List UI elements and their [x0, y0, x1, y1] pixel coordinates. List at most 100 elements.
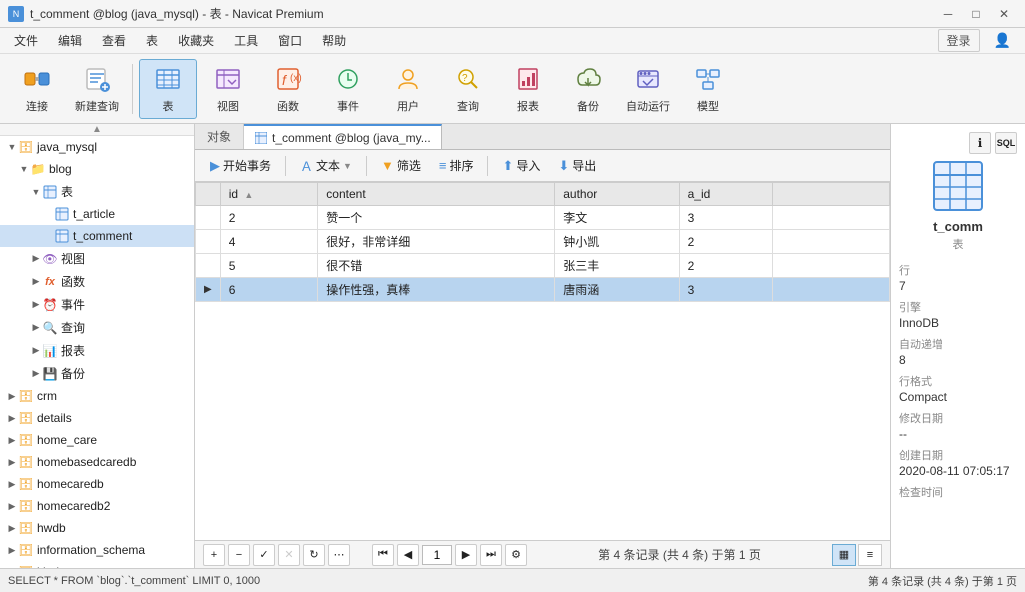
col-a-id[interactable]: a_id	[679, 183, 772, 206]
sidebar-item-homecaredb2[interactable]: ▶ 🗄 homecaredb2	[0, 495, 194, 517]
view-grid-btn[interactable]: ▦	[832, 544, 856, 566]
toolbar-user[interactable]: 用户	[379, 59, 437, 119]
sidebar-item-reports[interactable]: ▶ 📊 报表	[0, 339, 194, 362]
maximize-button[interactable]: □	[963, 3, 989, 25]
toolbar-query[interactable]: ? 查询	[439, 59, 497, 119]
sidebar-item-khgl[interactable]: ▶ 🗄 khgl	[0, 561, 194, 568]
page-check-btn[interactable]: ✓	[253, 544, 275, 566]
page-next-btn[interactable]: ▶	[455, 544, 477, 566]
sidebar-item-homecaredb[interactable]: ▶ 🗄 homecaredb	[0, 473, 194, 495]
filter-label: 筛选	[397, 157, 421, 174]
sidebar-item-information-schema[interactable]: ▶ 🗄 information_schema	[0, 539, 194, 561]
sidebar-item-crm[interactable]: ▶ 🗄 crm	[0, 385, 194, 407]
table-icon	[54, 206, 70, 222]
toolbar-backup[interactable]: 备份	[559, 59, 617, 119]
tab-object[interactable]: 对象	[195, 124, 244, 149]
menu-tools[interactable]: 工具	[224, 29, 268, 52]
sidebar-item-functions[interactable]: ▶ fx 函数	[0, 270, 194, 293]
page-remove-btn[interactable]: −	[228, 544, 250, 566]
sidebar-item-tables[interactable]: ▼ 表	[0, 180, 194, 203]
view-list-btn[interactable]: ≡	[858, 544, 882, 566]
menu-view[interactable]: 查看	[92, 29, 136, 52]
menu-favorites[interactable]: 收藏夹	[168, 29, 224, 52]
sidebar-item-details[interactable]: ▶ 🗄 details	[0, 407, 194, 429]
toolbar-connect[interactable]: 连接	[8, 59, 66, 119]
page-add-btn[interactable]: +	[203, 544, 225, 566]
close-button[interactable]: ✕	[991, 3, 1017, 25]
page-prev-btn[interactable]: ◀	[397, 544, 419, 566]
page-x-btn[interactable]: ✕	[278, 544, 300, 566]
page-refresh-btn[interactable]: ↻	[303, 544, 325, 566]
transaction-icon: ▶	[210, 158, 220, 174]
expand-arrow: ▶	[6, 390, 18, 402]
toolbar-event[interactable]: 事件	[319, 59, 377, 119]
menu-edit[interactable]: 编辑	[48, 29, 92, 52]
sidebar-scroll-up[interactable]: ▲	[0, 124, 194, 136]
db-icon: 🗄	[18, 498, 34, 514]
table-row[interactable]: 5很不错张三丰2	[196, 254, 890, 278]
rp-info-btn[interactable]: ℹ	[969, 132, 991, 154]
sidebar-item-java-mysql[interactable]: ▼ 🗄 java_mysql	[0, 136, 194, 158]
toolbar-new-query[interactable]: 新建查询	[68, 59, 126, 119]
col-author[interactable]: author	[555, 183, 679, 206]
page-last-btn[interactable]: ⏭	[480, 544, 502, 566]
rp-sql-btn[interactable]: SQL	[995, 132, 1017, 154]
sort-btn[interactable]: ≡ 排序	[432, 154, 481, 177]
folder-icon: 📁	[30, 161, 46, 177]
toolbar-table[interactable]: 表	[139, 59, 197, 119]
menu-window[interactable]: 窗口	[268, 29, 312, 52]
sidebar-item-hwdb[interactable]: ▶ 🗄 hwdb	[0, 517, 194, 539]
start-transaction-btn[interactable]: ▶ 开始事务	[203, 154, 278, 177]
autorun-icon	[632, 63, 664, 95]
table-row[interactable]: ▶6操作性强，真棒唐雨涵3	[196, 278, 890, 302]
toolbar-report[interactable]: 报表	[499, 59, 557, 119]
sidebar-item-t-article[interactable]: t_article	[0, 203, 194, 225]
text-btn[interactable]: Ａ 文本 ▼	[293, 153, 359, 178]
tab-table-icon	[254, 131, 268, 145]
rp-rows-value: 7	[899, 279, 1017, 293]
user-icon[interactable]: 👤	[984, 29, 1021, 52]
sidebar-item-events[interactable]: ▶ ⏰ 事件	[0, 293, 194, 316]
export-btn[interactable]: ⬇ 导出	[551, 154, 603, 177]
tab-table[interactable]: t_comment @blog (java_my...	[244, 124, 442, 149]
page-first-btn[interactable]: ⏮	[372, 544, 394, 566]
titlebar-controls[interactable]: ─ □ ✕	[935, 3, 1017, 25]
import-btn[interactable]: ⬆ 导入	[495, 154, 547, 177]
login-button[interactable]: 登录	[938, 29, 980, 52]
page-input[interactable]	[422, 545, 452, 565]
col-content[interactable]: content	[318, 183, 555, 206]
page-config-btn[interactable]: ⚙	[505, 544, 527, 566]
minimize-button[interactable]: ─	[935, 3, 961, 25]
sidebar-item-backups[interactable]: ▶ 💾 备份	[0, 362, 194, 385]
sidebar-item-queries[interactable]: ▶ 🔍 查询	[0, 316, 194, 339]
cell-author: 唐雨涵	[555, 278, 679, 302]
sort-icon: ▲	[244, 190, 253, 200]
table-row[interactable]: 2赞一个李文3	[196, 206, 890, 230]
page-settings-btn[interactable]: ⋯	[328, 544, 350, 566]
toolbar-view[interactable]: 视图	[199, 59, 257, 119]
toolbar-autorun[interactable]: 自动运行	[619, 59, 677, 119]
tab-table-label: t_comment @blog (java_my...	[272, 131, 431, 145]
cell-id: 2	[220, 206, 318, 230]
user-icon	[392, 63, 424, 95]
svg-text:(x): (x)	[290, 73, 302, 84]
pagination-controls: + − ✓ ✕ ↻ ⋯ ⏮ ◀ ▶ ⏭ ⚙	[203, 544, 527, 566]
sidebar-item-homebasedcaredb[interactable]: ▶ 🗄 homebasedcaredb	[0, 451, 194, 473]
menu-table[interactable]: 表	[136, 29, 168, 52]
toolbar-sep-1	[132, 64, 133, 114]
table-icon	[54, 228, 70, 244]
sidebar-item-home-care[interactable]: ▶ 🗄 home_care	[0, 429, 194, 451]
sidebar-item-views[interactable]: ▶ 👁 视图	[0, 247, 194, 270]
col-id[interactable]: id ▲	[220, 183, 318, 206]
toolbar-function[interactable]: f (x) 函数	[259, 59, 317, 119]
filter-btn[interactable]: ▼ 筛选	[374, 154, 428, 177]
table-row[interactable]: 4很好，非常详细钟小凯2	[196, 230, 890, 254]
toolbar-model[interactable]: 模型	[679, 59, 737, 119]
menu-file[interactable]: 文件	[4, 29, 48, 52]
sort-label: 排序	[449, 157, 473, 174]
sidebar-item-t-comment[interactable]: t_comment	[0, 225, 194, 247]
tab-object-label: 对象	[207, 128, 231, 145]
menu-help[interactable]: 帮助	[312, 29, 356, 52]
sidebar-item-blog[interactable]: ▼ 📁 blog	[0, 158, 194, 180]
cell-id: 5	[220, 254, 318, 278]
